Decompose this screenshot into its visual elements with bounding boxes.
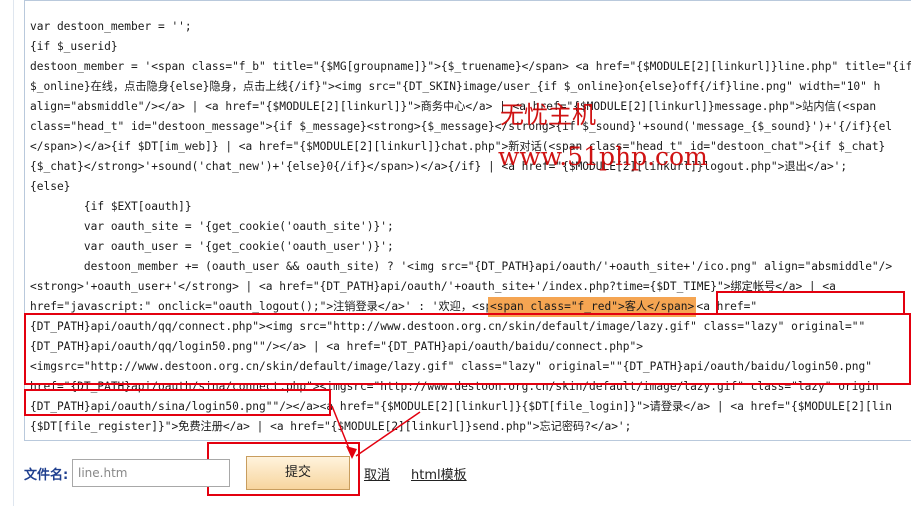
submit-button[interactable]: 提交 (246, 456, 350, 490)
code-line: {$DT[file_register]}">免费注册</a> | <a href… (30, 420, 632, 433)
code-line: align="absmiddle"/></a> | <a href="{$MOD… (30, 100, 877, 113)
filename-input[interactable]: line.htm (72, 459, 230, 487)
code-line: destoon_member += (oauth_user && oauth_s… (30, 260, 893, 273)
cancel-link[interactable]: 取消 (364, 464, 390, 483)
editor-footer: 文件名: line.htm 提交 取消 html模板 (0, 452, 911, 496)
code-line: </span>)</a>{if $DT[im_web]} | <a href="… (30, 140, 886, 153)
code-line: var oauth_site = '{get_cookie('oauth_sit… (30, 220, 394, 233)
code-line: {if $EXT[oauth]} (30, 200, 192, 213)
annotation-box-oauth-code (24, 313, 911, 385)
code-line: class="head_t" id="destoon_message">{if … (30, 120, 893, 133)
code-line: {else} (30, 180, 71, 193)
page-left-rule (13, 0, 14, 506)
code-line: var destoon_member = ''; (30, 20, 192, 33)
filename-label: 文件名: (24, 468, 69, 483)
code-line: {$_chat}</strong>'+sound('chat_new')+'{e… (30, 160, 848, 173)
annotation-box-href-start (716, 291, 905, 315)
code-line: var oauth_user = '{get_cookie('oauth_use… (30, 240, 394, 253)
code-line: <strong>'+oauth_user+'</strong> | <a hre… (30, 280, 836, 293)
code-line: destoon_member = '<span class="f_b" titl… (30, 60, 911, 73)
code-line: {if $_userid} (30, 40, 118, 53)
watermark-url: www.51php.com (498, 142, 708, 171)
annotation-box-sina-line (24, 389, 331, 416)
watermark-title: 无忧主机 (500, 101, 596, 129)
html-template-link[interactable]: html模板 (411, 464, 467, 483)
code-line: $_online}在线，点击隐身{else}隐身，点击上线{/if}"><img… (30, 80, 881, 93)
